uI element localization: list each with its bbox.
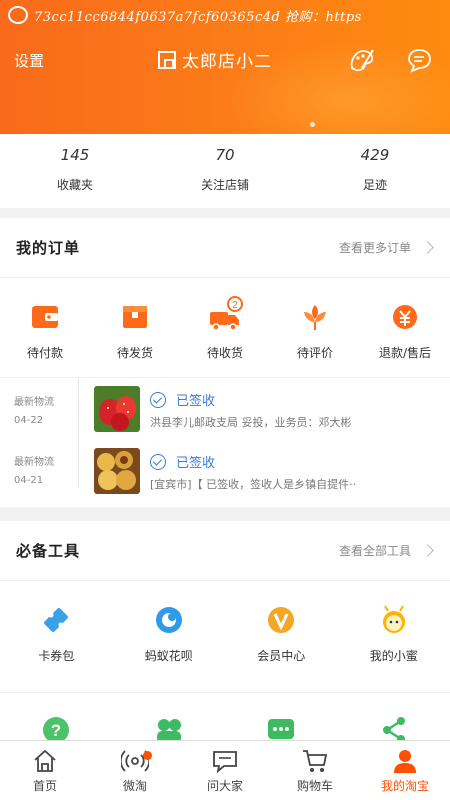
home-icon	[34, 749, 56, 772]
stat-label: 足迹	[362, 178, 387, 192]
tool-huabei[interactable]: 蚂蚁花呗	[113, 603, 226, 692]
wallet-icon	[32, 306, 58, 328]
truck-icon: 2	[210, 296, 243, 331]
tool-assistant[interactable]: 我的小蜜	[338, 603, 450, 692]
timeline-line	[78, 448, 79, 488]
stat-value: 70	[215, 146, 235, 164]
tools-header: 必备工具 查看全部工具	[0, 521, 450, 581]
delivery-status: 已签收	[150, 390, 215, 409]
view-all-tools-link[interactable]: 查看全部工具	[338, 542, 434, 559]
tool-label: 我的小蜜	[369, 649, 418, 663]
svg-text:?: ?	[51, 721, 61, 740]
tool-label: 蚂蚁花呗	[144, 649, 193, 663]
settings-button[interactable]: 设置	[14, 50, 44, 71]
logistics-label: 最新物流	[14, 457, 54, 468]
logistics-label: 最新物流	[14, 397, 54, 408]
shop-icon	[158, 50, 176, 69]
huabei-icon	[155, 607, 182, 633]
question-icon	[213, 751, 237, 774]
stat-value: 145	[60, 146, 90, 164]
profile-header: 73cc11cc6844f0637a7fcf60365c4d 抢购：https …	[0, 0, 450, 134]
stats-bar: 145 收藏夹 70 关注店铺 429 足迹	[0, 134, 450, 208]
tab-ask[interactable]: 问大家	[180, 741, 270, 800]
product-thumbnail	[94, 386, 140, 432]
tab-cart[interactable]: 购物车	[270, 741, 360, 800]
logistics-date: 04-22	[14, 415, 44, 426]
notification-ticker[interactable]: 73cc11cc6844f0637a7fcf60365c4d 抢购：https	[0, 0, 450, 30]
message-icon[interactable]	[405, 46, 433, 74]
vip-icon	[268, 607, 295, 633]
carousel-dot	[310, 122, 315, 127]
tool-label: 会员中心	[257, 649, 306, 663]
tools-card: 必备工具 查看全部工具 卡券包 蚂蚁花呗 会员中心 我的小蜜 ?	[0, 521, 450, 743]
order-status-label: 退款/售后	[378, 346, 432, 360]
tool-label: 卡券包	[38, 649, 75, 663]
tab-home[interactable]: 首页	[0, 741, 90, 800]
tool-vip-center[interactable]: 会员中心	[225, 603, 338, 692]
delivery-detail: [宜宾市]【 已签收，签收人是乡镇自提件··	[150, 478, 357, 491]
stat-label: 收藏夹	[56, 178, 93, 192]
chevron-right-icon	[421, 241, 434, 254]
logistics-item[interactable]: 最新物流 04-21 已签收 [宜宾市]【 已签收，签收人是乡镇自提件··	[0, 448, 450, 506]
tool-coupons[interactable]: 卡券包	[0, 603, 113, 692]
order-pending-payment[interactable]: 待付款	[0, 300, 90, 377]
orders-card: 我的订单 查看更多订单 待付款 待发货 2 待收货 待评价 退款/售后 最新物流…	[0, 218, 450, 507]
orders-header: 我的订单 查看更多订单	[0, 218, 450, 278]
chevron-right-icon	[421, 544, 434, 557]
notification-dot	[143, 751, 152, 760]
shop-link[interactable]: 太郎店小二	[158, 47, 272, 72]
check-circle-icon	[150, 453, 166, 470]
shop-name: 太郎店小二	[182, 52, 272, 72]
delivery-detail: 洪县李儿邮政支局 妥投，业务员：邓大彬	[150, 416, 352, 429]
flower-icon	[304, 305, 326, 330]
logistics-date: 04-21	[14, 475, 44, 486]
tab-label: 问大家	[206, 779, 243, 793]
header-row: 设置 太郎店小二	[0, 44, 450, 78]
ticket-icon	[44, 608, 69, 632]
order-status-grid: 待付款 待发货 2 待收货 待评价 退款/售后	[0, 278, 450, 378]
delivery-status-text: 已签收	[176, 456, 216, 471]
order-status-label: 待评价	[296, 346, 333, 360]
order-pending-review[interactable]: 待评价	[270, 300, 360, 377]
logistics-item[interactable]: 最新物流 04-22 已签收 洪县李儿邮政支局 妥投，业务员：邓大彬	[0, 378, 450, 448]
profile-icon	[394, 750, 416, 773]
view-all-tools-label: 查看全部工具	[338, 544, 411, 558]
delivery-status: 已签收	[150, 452, 215, 471]
tab-label: 首页	[32, 779, 57, 793]
skin-icon[interactable]	[348, 46, 376, 74]
tools-title: 必备工具	[16, 542, 81, 560]
truck-badge-count: 2	[232, 300, 238, 311]
order-refund[interactable]: 退款/售后	[360, 300, 450, 377]
order-status-label: 待发货	[116, 346, 153, 360]
delivery-status-text: 已签收	[176, 394, 216, 409]
ticker-text: 73cc11cc6844f0637a7fcf60365c4d 抢购：https	[34, 9, 362, 25]
order-pending-shipment[interactable]: 待发货	[90, 300, 180, 377]
product-thumbnail	[94, 448, 140, 494]
refund-icon	[393, 305, 417, 329]
cart-icon	[303, 750, 328, 772]
stat-footprints[interactable]: 429 足迹	[300, 134, 450, 208]
tools-grid: 卡券包 蚂蚁花呗 会员中心 我的小蜜	[0, 581, 450, 693]
ticker-bubble-icon	[8, 6, 28, 24]
box-icon	[123, 306, 147, 328]
order-status-label: 待收货	[206, 346, 243, 360]
stat-label: 关注店铺	[200, 178, 249, 192]
assistant-icon	[382, 605, 405, 633]
stat-followed-shops[interactable]: 70 关注店铺	[150, 134, 300, 208]
tab-my-taobao[interactable]: 我的淘宝	[360, 741, 450, 800]
view-all-orders-label: 查看更多订单	[338, 241, 411, 255]
bottom-tab-bar: 首页 微淘 问大家 购物车 我的淘宝	[0, 740, 450, 800]
order-pending-receipt[interactable]: 2 待收货	[180, 296, 270, 377]
tab-weitao[interactable]: 微淘	[90, 741, 180, 800]
check-circle-icon	[150, 391, 166, 408]
orders-title: 我的订单	[16, 239, 81, 257]
tab-label: 微淘	[122, 779, 147, 793]
view-all-orders-link[interactable]: 查看更多订单	[338, 239, 434, 256]
stat-value: 429	[360, 146, 390, 164]
order-status-label: 待付款	[26, 346, 63, 360]
timeline-line	[78, 378, 79, 448]
stat-favorites[interactable]: 145 收藏夹	[0, 134, 150, 208]
tab-label: 购物车	[296, 779, 333, 793]
tab-label: 我的淘宝	[380, 779, 429, 793]
